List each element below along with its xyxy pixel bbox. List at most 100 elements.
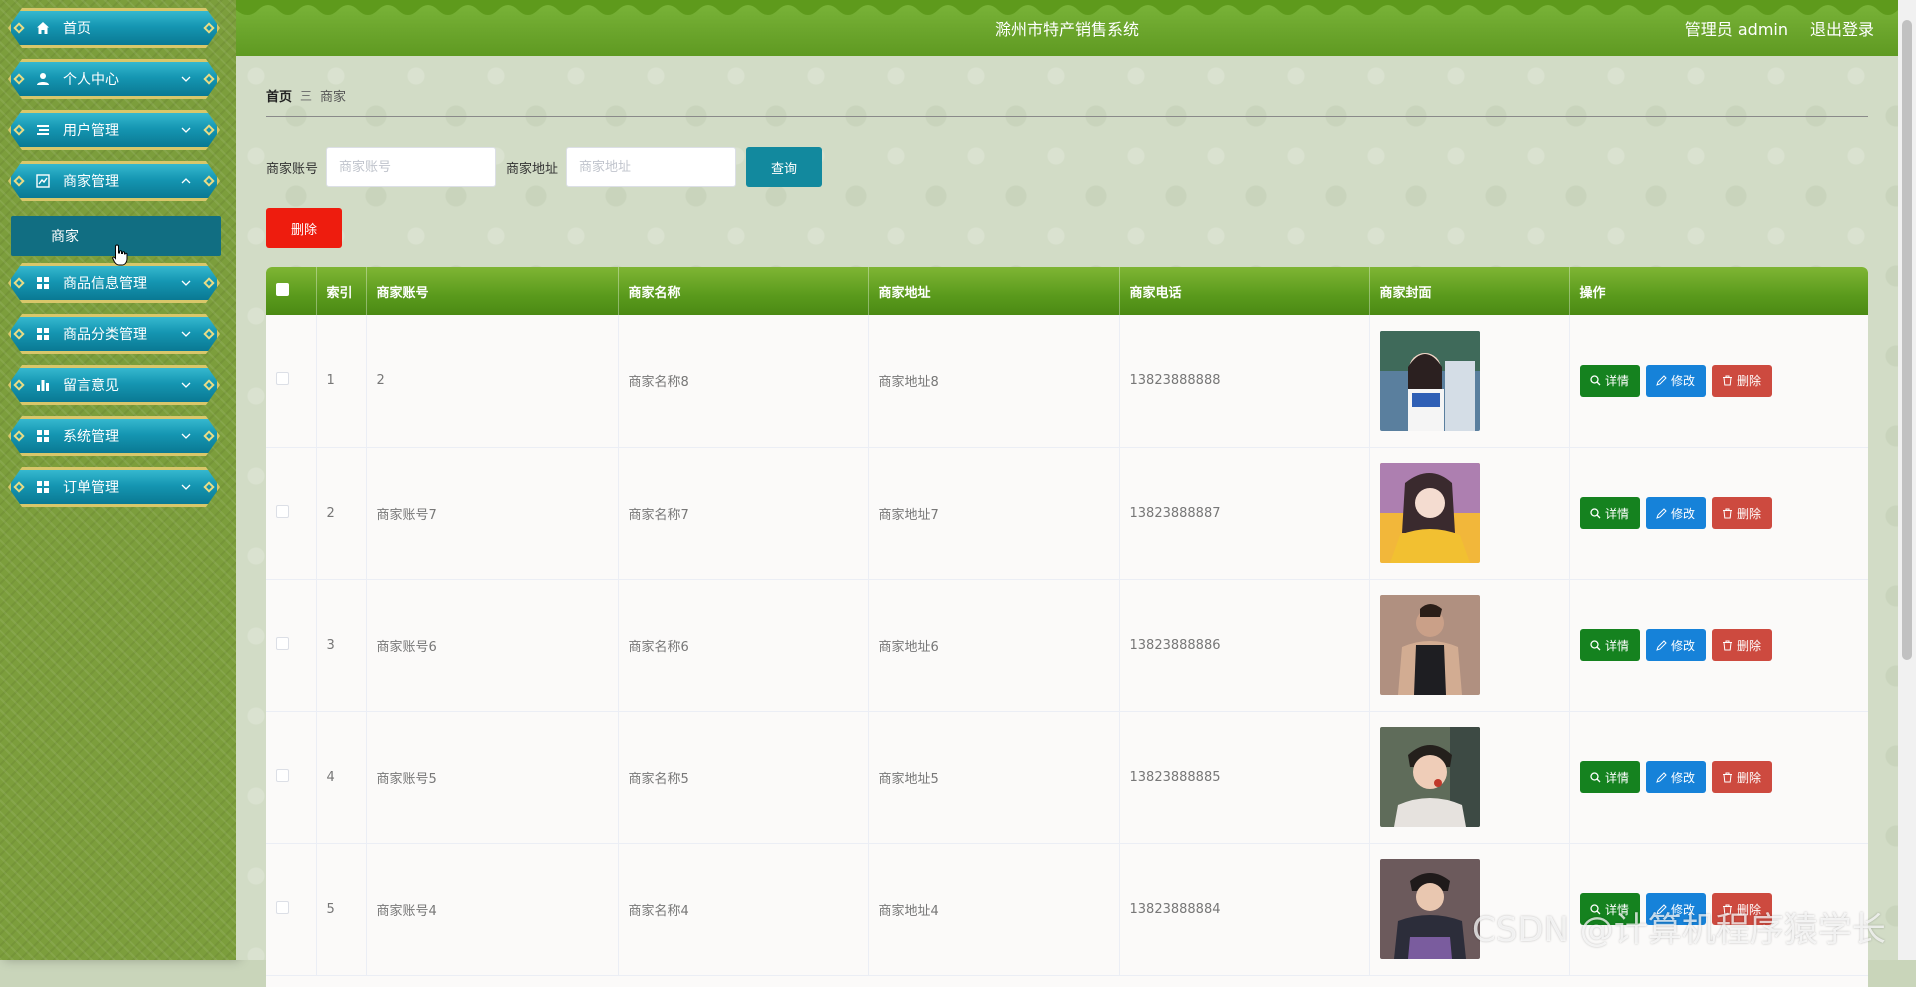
cell-index: 2 (316, 447, 367, 579)
table-row: 3 商家账号6 商家名称6 商家地址6 13823888886 详情 修改 删除 (266, 579, 1868, 711)
address-label: 商家地址 (506, 161, 559, 177)
detail-button[interactable]: 详情 (1579, 364, 1640, 397)
select-all-cell (266, 267, 317, 315)
cell-phone: 13823888888 (1119, 315, 1370, 447)
edit-button[interactable]: 修改 (1645, 497, 1706, 529)
sidebar-item-system-management[interactable]: 系统管理 (8, 416, 220, 456)
sidebar-item-label: 个人中心 (63, 72, 119, 88)
breadcrumb-home[interactable]: 首页 (266, 86, 292, 105)
home-icon (35, 20, 51, 36)
detail-button[interactable]: 详情 (1579, 893, 1640, 925)
breadcrumb-current: 商家 (320, 90, 347, 105)
column-header: 商家电话 (1119, 267, 1370, 315)
delete-button[interactable]: 删除 (1711, 497, 1772, 529)
cell-name: 商家名称7 (618, 447, 869, 579)
chart-line-icon (35, 173, 51, 189)
sidebar-item-product-info-management[interactable]: 商品信息管理 (8, 263, 220, 303)
select-all-checkbox[interactable] (276, 282, 289, 296)
trash-icon (1722, 904, 1732, 914)
search-icon (1590, 375, 1601, 386)
diamond-ornament-icon (13, 175, 24, 186)
sidebar-item-personal-center[interactable]: 个人中心 (8, 59, 220, 99)
page-scrollbar[interactable] (1898, 0, 1916, 960)
sidebar-item-merchant-management[interactable]: 商家管理 (8, 161, 220, 201)
cell-account: 商家账号5 (366, 711, 619, 843)
detail-button[interactable]: 详情 (1579, 761, 1640, 793)
sidebar-item-product-category-management[interactable]: 商品分类管理 (8, 314, 220, 354)
detail-button-label: 详情 (1604, 374, 1629, 389)
edit-button-label: 修改 (1670, 638, 1695, 653)
delete-button[interactable]: 删除 (1711, 629, 1772, 661)
diamond-ornament-icon (203, 124, 214, 135)
table-row: 5 商家账号4 商家名称4 商家地址4 13823888884 详情 修改 删除 (266, 843, 1868, 975)
sidebar-item-label: 系统管理 (63, 429, 119, 445)
sidebar-item-label: 商品分类管理 (63, 327, 147, 343)
cell-account: 商家账号4 (366, 843, 619, 975)
delete-button-label: 删除 (1736, 770, 1761, 785)
delete-button[interactable]: 删除 (1711, 364, 1772, 397)
search-icon (1590, 771, 1601, 782)
account-search-input[interactable] (326, 147, 497, 187)
diamond-ornament-icon (203, 328, 214, 339)
row-checkbox[interactable] (276, 504, 289, 518)
trash-icon (1722, 375, 1732, 386)
detail-button[interactable]: 详情 (1579, 497, 1640, 529)
detail-button-label: 详情 (1604, 638, 1629, 653)
sidebar-item-label: 留言意见 (63, 378, 119, 394)
delete-button-label: 删除 (1736, 506, 1761, 521)
pencil-icon (1656, 771, 1667, 783)
query-button[interactable]: 查询 (746, 147, 823, 187)
delete-button[interactable]: 删除 (1711, 893, 1772, 925)
row-checkbox[interactable] (276, 372, 289, 386)
batch-delete-button[interactable]: 删除 (266, 208, 342, 248)
sidebar-item-label: 用户管理 (63, 123, 119, 139)
merchant-cover-image (1379, 330, 1480, 431)
scrollbar-thumb[interactable] (1902, 20, 1912, 660)
cell-name: 商家名称5 (618, 711, 869, 843)
sidebar-item-order-management[interactable]: 订单管理 (8, 467, 220, 507)
breadcrumb-divider (266, 116, 1868, 117)
diamond-ornament-icon (13, 481, 24, 492)
delete-button[interactable]: 删除 (1711, 761, 1772, 793)
edit-button-label: 修改 (1670, 770, 1695, 785)
row-checkbox[interactable] (276, 768, 289, 782)
edit-button[interactable]: 修改 (1645, 761, 1706, 793)
pencil-icon (1656, 507, 1667, 519)
merchant-cover-image (1379, 463, 1480, 563)
cell-index: 1 (316, 315, 367, 447)
row-checkbox[interactable] (276, 636, 289, 650)
edit-button-label: 修改 (1670, 902, 1695, 917)
diamond-ornament-icon (13, 277, 24, 288)
sidebar-item-label: 订单管理 (63, 480, 119, 496)
system-title: 滁州市特产销售系统 (994, 20, 1139, 39)
sidebar-item-feedback[interactable]: 留言意见 (8, 365, 220, 405)
diamond-ornament-icon (13, 430, 24, 441)
sidebar-item-user-management[interactable]: 用户管理 (8, 110, 220, 150)
chevron-down-icon (181, 278, 191, 288)
user-icon (35, 71, 51, 87)
detail-button[interactable]: 详情 (1579, 629, 1640, 661)
main-content: 首页 三 商家 商家账号 商家地址 查询 删除 索引 商家账号 商家名称 商家地… (236, 56, 1898, 987)
cell-cover (1369, 711, 1570, 843)
cell-account: 商家账号6 (366, 579, 619, 711)
diamond-ornament-icon (13, 379, 24, 390)
edit-button[interactable]: 修改 (1645, 629, 1706, 661)
cell-address: 商家地址7 (868, 447, 1120, 579)
cell-actions: 详情 修改 删除 (1569, 579, 1868, 711)
breadcrumb-separator: 三 (300, 89, 313, 103)
row-checkbox[interactable] (276, 900, 289, 914)
merchant-cover-image (1379, 727, 1480, 827)
cell-cover (1369, 579, 1570, 711)
cell-cover (1369, 843, 1570, 975)
address-search-input[interactable] (566, 147, 737, 187)
column-header: 商家账号 (366, 267, 619, 315)
chevron-up-icon (181, 176, 191, 186)
sidebar-item-home[interactable]: 首页 (8, 8, 220, 48)
logout-link[interactable]: 退出登录 (1810, 16, 1874, 40)
admin-label: 管理员 admin (1684, 20, 1788, 39)
edit-button[interactable]: 修改 (1645, 893, 1706, 925)
chevron-down-icon (181, 482, 191, 492)
edit-button[interactable]: 修改 (1645, 364, 1706, 397)
chevron-down-icon (181, 329, 191, 339)
table-row: 4 商家账号5 商家名称5 商家地址5 13823888885 详情 修改 删除 (266, 711, 1868, 843)
